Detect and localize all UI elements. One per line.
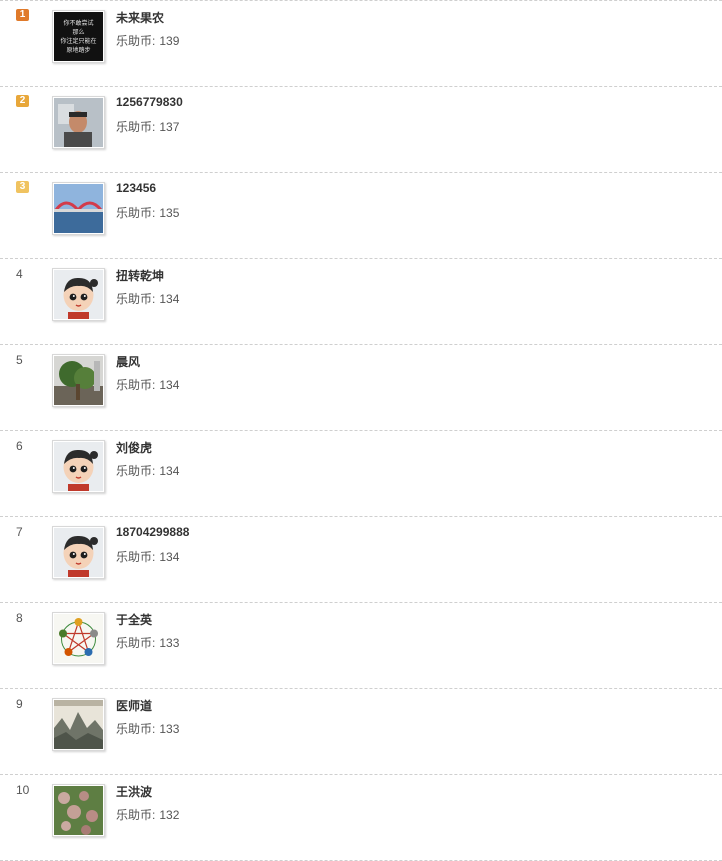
mountain-painting-avatar — [54, 700, 103, 749]
ranking-row: 10 王洪波 乐助币: 132 — [0, 774, 722, 860]
ranking-row: 1 你不敢尝试 那么 你注定只能在 原地踏步 未来果农 乐助币: 139 — [0, 0, 722, 86]
bridge-photo-avatar — [54, 184, 103, 233]
user-avatar[interactable] — [52, 354, 105, 407]
user-avatar[interactable] — [52, 182, 105, 235]
user-avatar[interactable] — [52, 96, 105, 149]
avatar-text-line: 那么 — [72, 29, 85, 36]
rank-badge: 3 — [16, 181, 29, 193]
five-elements-avatar — [54, 614, 103, 663]
rank-number: 8 — [16, 611, 23, 625]
coin-label: 乐助币: — [116, 292, 156, 306]
user-name[interactable]: 刘俊虎 — [116, 439, 152, 456]
coin-count: 乐助币: 133 — [116, 634, 179, 651]
coin-label: 乐助币: — [116, 808, 156, 822]
user-name[interactable]: 王洪波 — [116, 783, 152, 800]
coin-value: 135 — [159, 206, 180, 220]
user-avatar[interactable] — [52, 612, 105, 665]
coin-label: 乐助币: — [116, 636, 156, 650]
rank-number: 7 — [16, 525, 23, 539]
coin-value: 139 — [159, 34, 180, 48]
coin-count: 乐助币: 137 — [116, 118, 179, 135]
coin-label: 乐助币: — [116, 34, 156, 48]
rank-badge: 1 — [16, 9, 29, 21]
coin-value: 134 — [159, 292, 180, 306]
ranking-row: 6 刘俊虎 乐助币: 134 — [0, 430, 722, 516]
coin-value: 132 — [159, 808, 180, 822]
default-cartoon-avatar — [54, 270, 103, 319]
rank-badge: 2 — [16, 95, 29, 107]
user-avatar[interactable] — [52, 440, 105, 493]
user-name[interactable]: 扭转乾坤 — [116, 267, 164, 284]
coin-label: 乐助币: — [116, 464, 156, 478]
man-photo-avatar — [54, 98, 103, 147]
user-avatar[interactable] — [52, 268, 105, 321]
coin-count: 乐助币: 134 — [116, 376, 179, 393]
coin-value: 133 — [159, 722, 180, 736]
coin-count: 乐助币: 134 — [116, 290, 179, 307]
coin-value: 134 — [159, 464, 180, 478]
user-name[interactable]: 医师道 — [116, 697, 152, 714]
avatar-text-line: 你不敢尝试 — [63, 20, 94, 27]
coin-label: 乐助币: — [116, 120, 156, 134]
coin-value: 134 — [159, 550, 180, 564]
coin-count: 乐助币: 133 — [116, 720, 179, 737]
coin-label: 乐助币: — [116, 722, 156, 736]
rank-number: 6 — [16, 439, 23, 453]
ranking-row: 5 晨风 乐助币: 134 — [0, 344, 722, 430]
rank-number: 4 — [16, 267, 23, 281]
ranking-row: 2 1256779830 乐助币: 137 — [0, 86, 722, 172]
coin-value: 133 — [159, 636, 180, 650]
user-name[interactable]: 18704299888 — [116, 525, 189, 539]
coin-count: 乐助币: 134 — [116, 548, 179, 565]
rank-number: 9 — [16, 697, 23, 711]
user-avatar[interactable]: 你不敢尝试 那么 你注定只能在 原地踏步 — [52, 10, 105, 63]
user-name[interactable]: 于全英 — [116, 611, 152, 628]
user-avatar[interactable] — [52, 526, 105, 579]
ranking-list: 1 你不敢尝试 那么 你注定只能在 原地踏步 未来果农 乐助币: 139 2 1… — [0, 0, 722, 861]
avatar-text-line: 原地踏步 — [66, 47, 91, 54]
quote-text-avatar: 你不敢尝试 那么 你注定只能在 原地踏步 — [54, 12, 103, 61]
ranking-row: 9 医师道 乐助币: 133 — [0, 688, 722, 774]
coin-value: 137 — [159, 120, 180, 134]
user-name[interactable]: 未来果农 — [116, 9, 164, 26]
ranking-row: 7 18704299888 乐助币: 134 — [0, 516, 722, 602]
coin-value: 134 — [159, 378, 180, 392]
rank-number: 10 — [16, 783, 30, 797]
coin-label: 乐助币: — [116, 206, 156, 220]
user-avatar[interactable] — [52, 784, 105, 837]
user-name[interactable]: 1256779830 — [116, 95, 183, 109]
coin-count: 乐助币: 134 — [116, 462, 179, 479]
ranking-row: 3 123456 乐助币: 135 — [0, 172, 722, 258]
tree-photo-avatar — [54, 356, 103, 405]
default-cartoon-avatar — [54, 442, 103, 491]
rank-number: 5 — [16, 353, 23, 367]
user-avatar[interactable] — [52, 698, 105, 751]
ranking-row: 8 于全英 乐助币: 133 — [0, 602, 722, 688]
ranking-row: 4 扭转乾坤 乐助币: 134 — [0, 258, 722, 344]
user-name[interactable]: 123456 — [116, 181, 156, 195]
fruit-tree-avatar — [54, 786, 103, 835]
avatar-text-line: 你注定只能在 — [60, 38, 97, 45]
coin-label: 乐助币: — [116, 550, 156, 564]
user-name[interactable]: 晨风 — [116, 353, 140, 370]
coin-label: 乐助币: — [116, 378, 156, 392]
default-cartoon-avatar — [54, 528, 103, 577]
coin-count: 乐助币: 139 — [116, 32, 179, 49]
coin-count: 乐助币: 135 — [116, 204, 179, 221]
coin-count: 乐助币: 132 — [116, 806, 179, 823]
